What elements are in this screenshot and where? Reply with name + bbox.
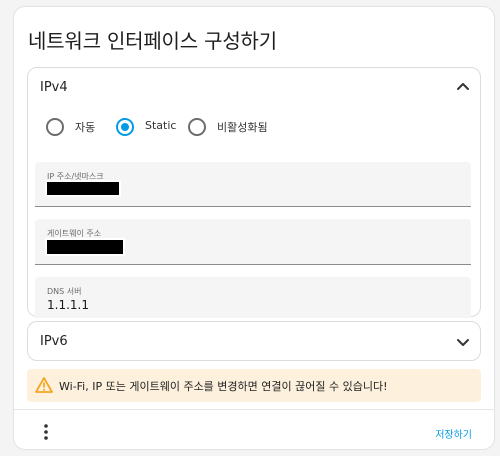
radio-auto-label: 자동 bbox=[75, 121, 96, 134]
ipv4-panel-header[interactable]: IPv4 bbox=[28, 68, 480, 106]
dns-server-value: 1.1.1.1 bbox=[47, 298, 89, 312]
radio-auto-circle[interactable] bbox=[46, 118, 64, 136]
radio-disabled-circle[interactable] bbox=[188, 118, 206, 136]
dialog-title: 네트워크 인터페이스 구성하기 bbox=[28, 29, 277, 53]
gateway-field[interactable]: 게이트웨이 주소 bbox=[35, 219, 471, 265]
chevron-up-icon[interactable] bbox=[456, 80, 470, 94]
radio-static-circle[interactable] bbox=[116, 118, 134, 136]
dns-server-field[interactable]: DNS 서버 1.1.1.1 bbox=[35, 277, 471, 318]
more-vertical-icon[interactable] bbox=[40, 423, 52, 441]
network-config-card: 네트워크 인터페이스 구성하기 IPv4 자동 Static 비활성화됨 IP … bbox=[13, 6, 495, 450]
footer-divider bbox=[14, 409, 494, 410]
save-button[interactable]: 저장하기 bbox=[435, 426, 472, 441]
ip-address-value bbox=[45, 180, 121, 197]
warning-text: Wi-Fi, IP 또는 게이트웨이 주소를 변경하면 연결이 끊어질 수 있습… bbox=[59, 380, 388, 393]
radio-disabled-label: 비활성화됨 bbox=[217, 121, 268, 134]
ip-address-field[interactable]: IP 주소/넷마스크 bbox=[35, 162, 471, 207]
ipv4-title: IPv4 bbox=[40, 80, 68, 95]
dns-server-label: DNS 서버 bbox=[47, 287, 82, 296]
ipv4-mode-group: 자동 Static 비활성화됨 bbox=[46, 117, 466, 137]
ipv6-panel[interactable]: IPv6 bbox=[27, 321, 481, 361]
warning-banner: Wi-Fi, IP 또는 게이트웨이 주소를 변경하면 연결이 끊어질 수 있습… bbox=[27, 369, 481, 402]
radio-static-label: Static bbox=[145, 119, 177, 132]
gateway-value bbox=[45, 238, 125, 256]
ipv4-panel: IPv4 자동 Static 비활성화됨 IP 주소/넷마스크 게이트웨이 주소… bbox=[27, 67, 481, 318]
warning-icon bbox=[35, 377, 53, 393]
ipv6-title: IPv6 bbox=[40, 334, 68, 349]
chevron-down-icon[interactable] bbox=[456, 335, 470, 349]
